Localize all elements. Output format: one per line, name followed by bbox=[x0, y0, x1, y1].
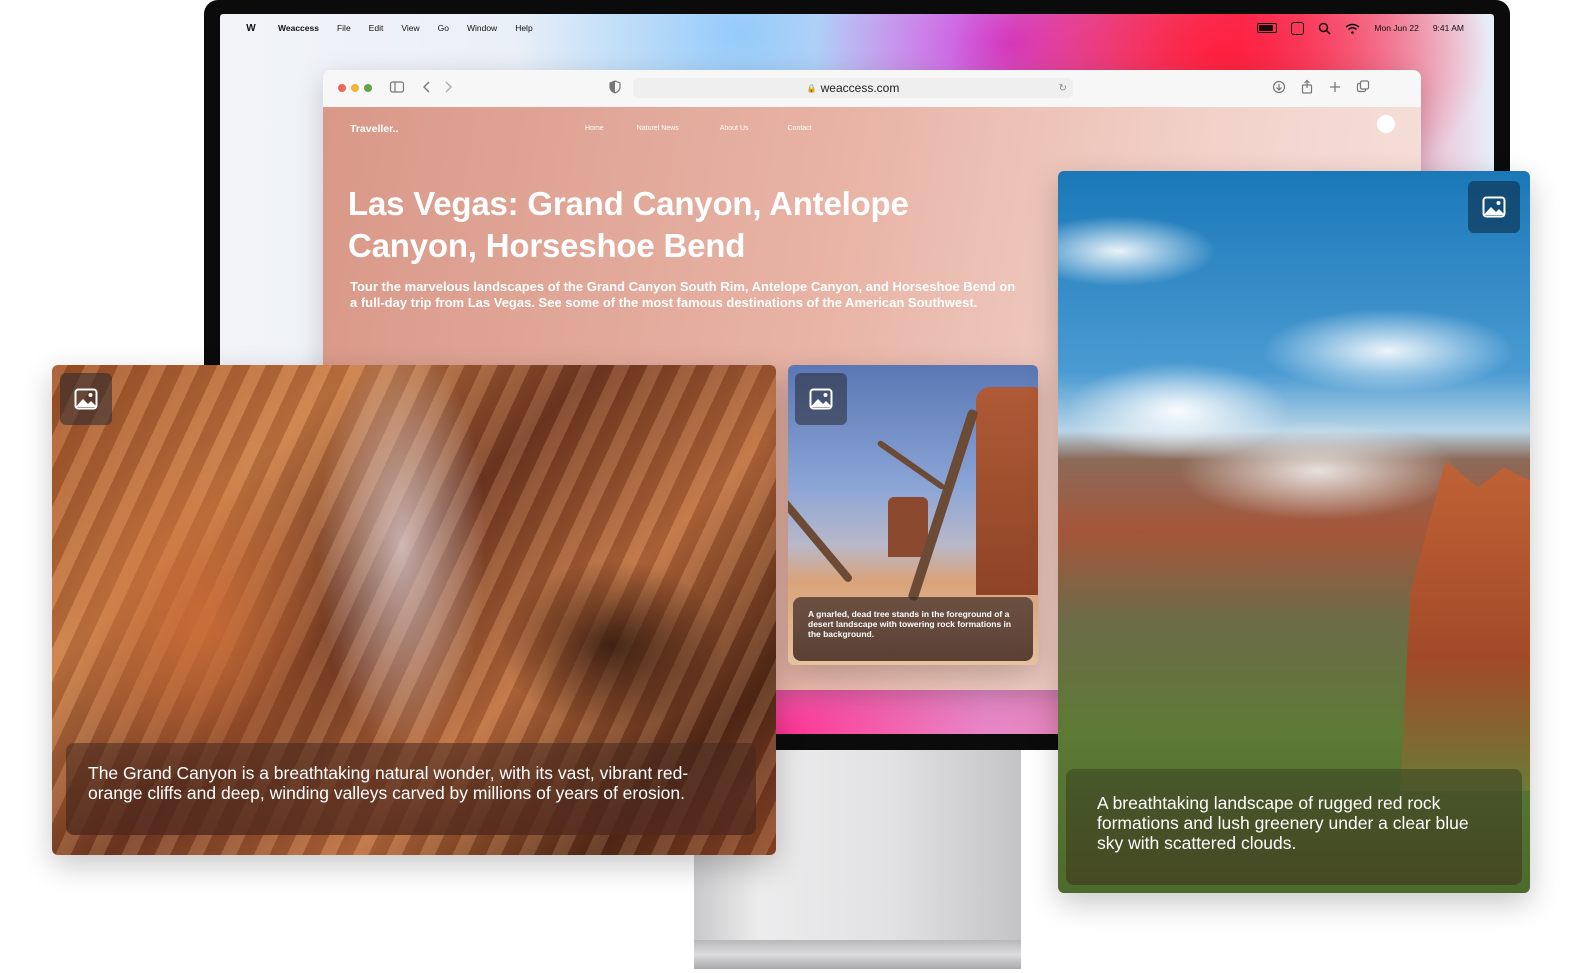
site-brand[interactable]: Traveller.. bbox=[350, 123, 398, 135]
address-url: weaccess.com bbox=[820, 81, 900, 95]
lock-icon: 🔒 bbox=[806, 83, 817, 93]
image-icon bbox=[74, 388, 98, 410]
nav-home[interactable]: Home bbox=[585, 125, 604, 132]
menu-bar: W Weaccess File Edit View Go Window Help… bbox=[220, 14, 1494, 42]
landscape-photo-card[interactable]: A breathtaking landscape of rugged red r… bbox=[1058, 171, 1530, 893]
close-window-button[interactable] bbox=[338, 84, 346, 92]
sidebar-icon[interactable] bbox=[389, 79, 405, 95]
image-button[interactable] bbox=[1468, 181, 1520, 233]
plus-icon[interactable] bbox=[1327, 79, 1343, 95]
tree-photo-card[interactable]: A gnarled, dead tree stands in the foreg… bbox=[788, 365, 1038, 665]
tree-branch bbox=[788, 486, 854, 584]
search-icon[interactable] bbox=[1318, 22, 1331, 35]
image-icon bbox=[809, 388, 833, 410]
canyon-photo-card[interactable]: The Grand Canyon is a breathtaking natur… bbox=[52, 365, 776, 855]
image-button[interactable] bbox=[795, 373, 847, 425]
menu-window[interactable]: Window bbox=[467, 23, 497, 33]
image-icon bbox=[1482, 196, 1506, 218]
nav-contact[interactable]: Contact bbox=[788, 125, 812, 132]
menu-date[interactable]: Mon Jun 22 bbox=[1374, 23, 1418, 33]
menu-file[interactable]: File bbox=[337, 23, 351, 33]
avatar[interactable] bbox=[1377, 115, 1395, 133]
monitor-stand-base bbox=[694, 940, 1021, 969]
nav-about-us[interactable]: About Us bbox=[720, 125, 749, 132]
landscape-caption: A breathtaking landscape of rugged red r… bbox=[1066, 769, 1522, 885]
browser-toolbar: 🔒 weaccess.com ↻ bbox=[323, 70, 1421, 108]
rock-formation bbox=[976, 387, 1038, 595]
menu-time[interactable]: 9:41 AM bbox=[1433, 23, 1464, 33]
apple-logo-icon[interactable]: W bbox=[244, 23, 258, 34]
rock-formation-distant bbox=[888, 497, 928, 557]
menu-view[interactable]: View bbox=[401, 23, 419, 33]
zoom-window-button[interactable] bbox=[364, 84, 372, 92]
chevron-left-icon[interactable] bbox=[419, 79, 435, 95]
menu-go[interactable]: Go bbox=[438, 23, 449, 33]
reload-icon[interactable]: ↻ bbox=[1059, 83, 1067, 94]
menu-app-name[interactable]: Weaccess bbox=[278, 23, 319, 33]
tabs-icon[interactable] bbox=[1355, 79, 1371, 95]
canyon-caption: The Grand Canyon is a breathtaking natur… bbox=[66, 743, 756, 835]
wifi-icon[interactable] bbox=[1345, 23, 1360, 34]
tree-branch bbox=[876, 439, 946, 491]
share-icon[interactable] bbox=[1299, 79, 1315, 95]
battery-icon[interactable] bbox=[1257, 23, 1278, 33]
site-nav: Home Naturel News About Us Contact bbox=[585, 125, 812, 132]
tree-caption: A gnarled, dead tree stands in the foreg… bbox=[793, 597, 1033, 661]
download-icon[interactable] bbox=[1271, 79, 1287, 95]
nav-naturel-news[interactable]: Naturel News bbox=[637, 125, 679, 132]
shield-icon[interactable] bbox=[607, 79, 623, 95]
address-bar[interactable]: 🔒 weaccess.com ↻ bbox=[633, 78, 1073, 98]
page-description: Tour the marvelous landscapes of the Gra… bbox=[350, 279, 1016, 310]
red-rock-cliff bbox=[1400, 461, 1530, 791]
chevron-right-icon[interactable] bbox=[440, 79, 456, 95]
menu-edit[interactable]: Edit bbox=[369, 23, 384, 33]
control-center-icon[interactable] bbox=[1291, 21, 1305, 35]
menu-help[interactable]: Help bbox=[515, 23, 532, 33]
image-button[interactable] bbox=[60, 373, 112, 425]
minimize-window-button[interactable] bbox=[351, 84, 359, 92]
page-title: Las Vegas: Grand Canyon, Antelope Canyon… bbox=[348, 185, 909, 264]
